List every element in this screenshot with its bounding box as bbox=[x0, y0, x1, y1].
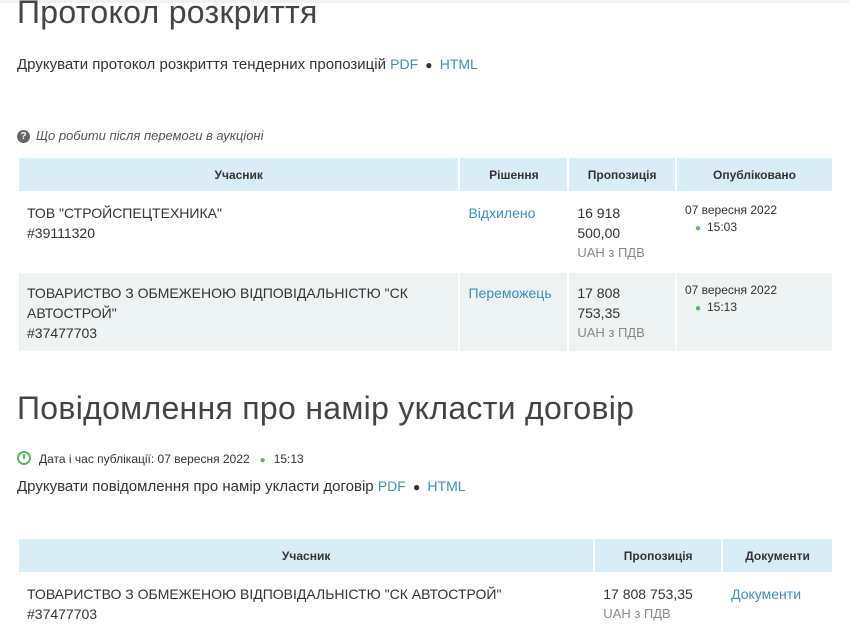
participant-cell: ТОВ "СТРОЙСПЕЦТЕХНИКА" #39111320 bbox=[19, 193, 458, 271]
published-cell: 07 вересня 2022 ● 15:13 bbox=[676, 273, 832, 351]
offer-amount-2: 753,35 bbox=[577, 305, 621, 321]
decision-status-link[interactable]: Переможець bbox=[468, 285, 551, 301]
bullet-separator: ● bbox=[425, 58, 433, 72]
col-participant: Учасник bbox=[19, 158, 459, 191]
participant-name: ТОВ "СТРОЙСПЕЦТЕХНИКА" bbox=[27, 205, 222, 221]
bullet-icon: ● bbox=[694, 303, 701, 314]
bids-table: Учасник Рішення Пропозиція Опубліковано … bbox=[17, 156, 834, 353]
offer-cell: 16 918 500,00 UAH з ПДВ bbox=[569, 193, 675, 271]
offer-cell: 17 808 753,35 UAH з ПДВ bbox=[569, 273, 675, 351]
protocol-html-link[interactable]: HTML bbox=[440, 56, 478, 72]
participant-code: #39111320 bbox=[27, 225, 95, 241]
participant-cell: ТОВАРИСТВО З ОБМЕЖЕНОЮ ВІДПОВІДАЛЬНІСТЮ … bbox=[19, 574, 593, 632]
published-date: 07 вересня 2022 bbox=[684, 283, 778, 297]
bids-table-header: Учасник Рішення Пропозиція Опубліковано bbox=[19, 158, 832, 191]
col-participant: Учасник bbox=[19, 539, 594, 572]
intent-table: Учасник Пропозиція Документи ТОВАРИСТВО … bbox=[17, 537, 834, 634]
published-cell: 07 вересня 2022 ● 15:03 bbox=[677, 193, 832, 271]
offer-currency: UAH з ПДВ bbox=[577, 245, 645, 260]
clock-icon bbox=[17, 451, 31, 465]
offer-cell: 17 808 753,35 UAH з ПДВ bbox=[595, 574, 721, 632]
protocol-pdf-link[interactable]: PDF bbox=[390, 56, 418, 72]
contract-intent-title: Повідомлення про намір укласти договір bbox=[17, 390, 635, 426]
print-protocol-line: Друкувати протокол розкриття тендерних п… bbox=[17, 56, 478, 73]
intent-pdf-link[interactable]: PDF bbox=[378, 478, 406, 494]
print-intent-line: Друкувати повідомлення про намір укласти… bbox=[17, 478, 466, 495]
publication-datetime: Дата і час публікації: 07 вересня 2022 ● 1… bbox=[17, 451, 304, 466]
print-intent-text: Друкувати повідомлення про намір укласти… bbox=[17, 478, 374, 495]
col-offer: Пропозиція bbox=[569, 158, 675, 191]
offer-amount-2: 500,00 bbox=[577, 225, 621, 241]
table-row: ТОВАРИСТВО З ОБМЕЖЕНОЮ ВІДПОВІДАЛЬНІСТЮ … bbox=[19, 574, 832, 632]
print-protocol-text: Друкувати протокол розкриття тендерних п… bbox=[17, 56, 386, 73]
opening-protocol-title: Протокол розкриття bbox=[17, 0, 318, 30]
col-documents: Документи bbox=[723, 539, 832, 572]
decision-status-link[interactable]: Відхилено bbox=[468, 205, 535, 221]
offer-amount-1: 16 918 bbox=[577, 205, 621, 221]
published-date: 07 вересня 2022 bbox=[684, 203, 778, 217]
participant-code: #37477703 bbox=[27, 325, 98, 341]
auction-win-hint[interactable]: ? Що робити після перемоги в аукціоні bbox=[17, 128, 263, 143]
offer-amount-1: 17 808 bbox=[577, 285, 621, 301]
bullet-icon: ● bbox=[694, 223, 701, 234]
bullet-separator: ● bbox=[412, 480, 421, 494]
publication-time: 15:13 bbox=[273, 452, 304, 466]
published-time: 15:03 bbox=[707, 220, 738, 234]
table-row: ТОВ "СТРОЙСПЕЦТЕХНИКА" #39111320 Відхиле… bbox=[19, 193, 832, 271]
participant-code: #37477703 bbox=[27, 606, 98, 622]
offer-amount: 17 808 753,35 bbox=[603, 586, 693, 602]
col-published: Опубліковано bbox=[676, 158, 832, 191]
offer-currency: UAH з ПДВ bbox=[603, 606, 671, 621]
participant-cell: ТОВАРИСТВО З ОБМЕЖЕНОЮ ВІДПОВІДАЛЬНІСТЮ … bbox=[19, 273, 459, 351]
table-row: ТОВАРИСТВО З ОБМЕЖЕНОЮ ВІДПОВІДАЛЬНІСТЮ … bbox=[19, 273, 832, 351]
participant-name: ТОВАРИСТВО З ОБМЕЖЕНОЮ ВІДПОВІДАЛЬНІСТЮ … bbox=[27, 285, 408, 321]
documents-cell: Документи bbox=[723, 574, 832, 632]
publication-date: Дата і час публікації: 07 вересня 2022 bbox=[39, 452, 250, 466]
bullet-icon: ● bbox=[259, 455, 266, 466]
documents-link[interactable]: Документи bbox=[731, 586, 801, 602]
question-icon: ? bbox=[17, 130, 30, 143]
col-decision: Рішення bbox=[460, 158, 568, 191]
auction-win-hint-text: Що робити після перемоги в аукціоні bbox=[36, 128, 264, 143]
intent-html-link[interactable]: HTML bbox=[427, 478, 465, 494]
offer-currency: UAH з ПДВ bbox=[577, 325, 645, 340]
intent-table-header: Учасник Пропозиція Документи bbox=[19, 539, 832, 572]
published-time: 15:13 bbox=[707, 300, 738, 314]
participant-name: ТОВАРИСТВО З ОБМЕЖЕНОЮ ВІДПОВІДАЛЬНІСТЮ … bbox=[27, 586, 502, 602]
decision-cell: Переможець bbox=[460, 273, 568, 351]
decision-cell: Відхилено bbox=[460, 193, 567, 271]
col-offer: Пропозиція bbox=[595, 539, 722, 572]
